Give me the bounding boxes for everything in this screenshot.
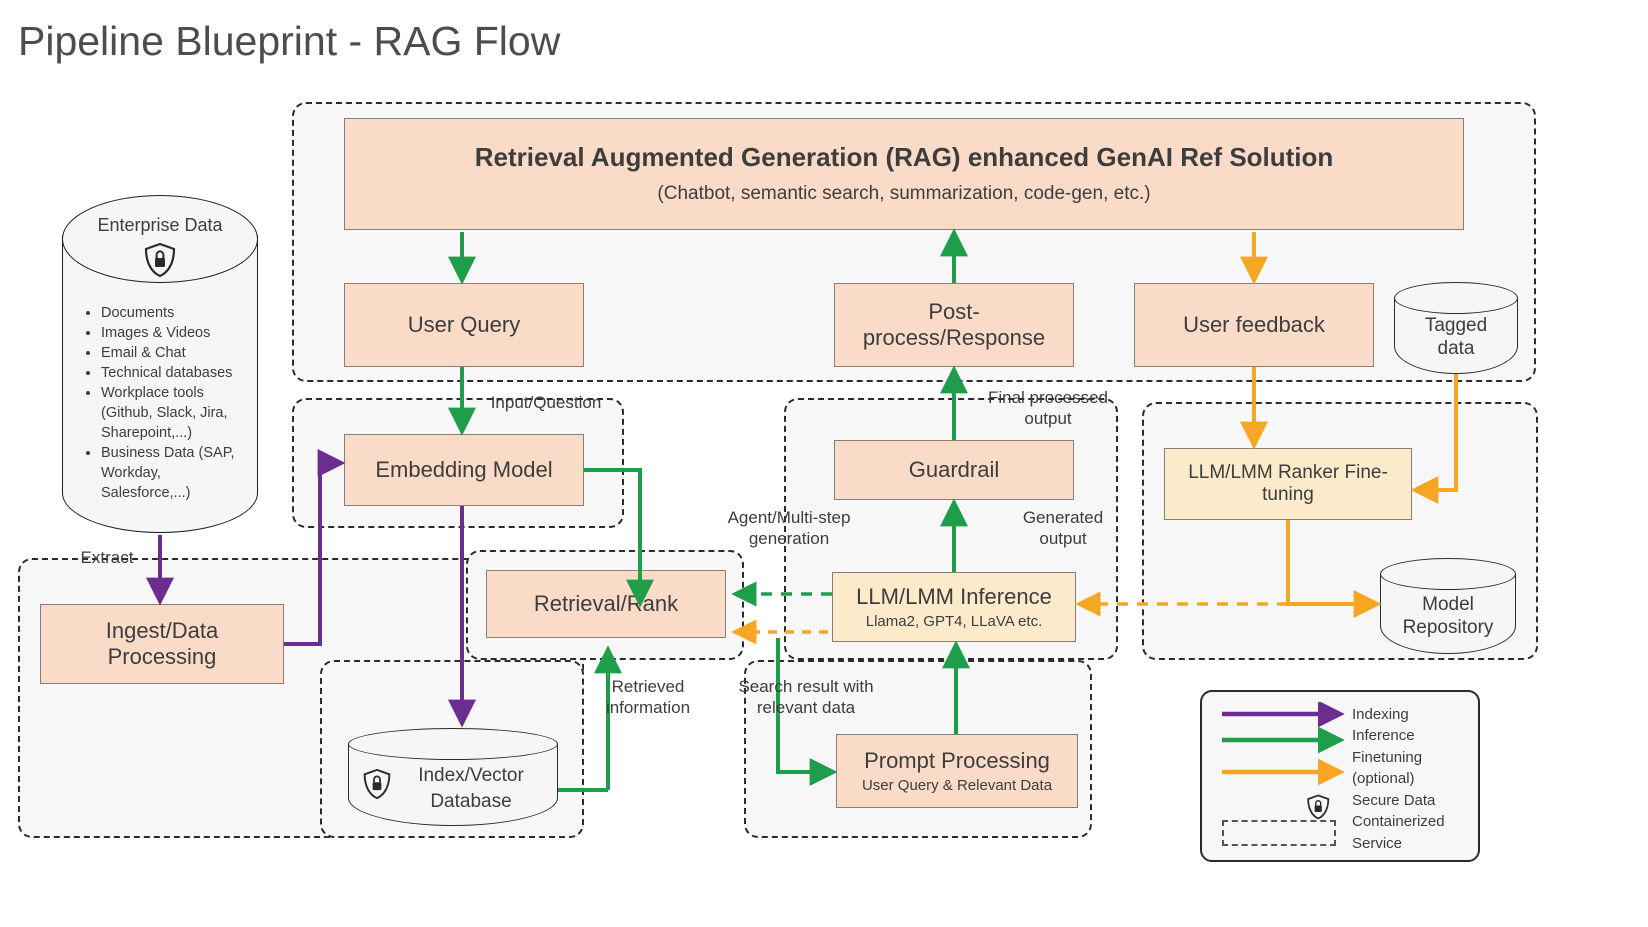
legend-panel: Indexing Inference Finetuning (optional)…	[1200, 690, 1480, 862]
edge-label-line2: output	[1039, 528, 1087, 548]
secure-shield-lock-icon	[144, 242, 176, 278]
box-retrieval-rank[interactable]: Retrieval/Rank	[486, 570, 726, 638]
box-title: LLM/LMM Inference	[856, 583, 1052, 609]
diagram-canvas: Pipeline Blueprint - RAG Flow Enterprise…	[0, 0, 1648, 927]
edge-label-line1: Search result with	[738, 677, 874, 696]
shield-lock-icon	[1307, 794, 1330, 820]
datastore-label-line1: Index/Vector	[418, 765, 524, 786]
cylinder-top	[1380, 558, 1516, 590]
box-subtitle: User Query & Relevant Data	[861, 776, 1053, 794]
list-item: Technical databases	[101, 363, 246, 383]
edge-label-input-question: Input/Question	[490, 393, 602, 412]
box-user-query[interactable]: User Query	[344, 283, 584, 367]
datastore-label-line2: Repository	[1402, 617, 1494, 638]
box-title: Retrieval/Rank	[533, 591, 679, 617]
list-item: Business Data (SAP, Workday, Salesforce,…	[101, 443, 246, 503]
edge-label-line1: Generated	[1022, 508, 1104, 527]
box-title: User feedback	[1183, 312, 1325, 338]
box-guardrail[interactable]: Guardrail	[834, 440, 1074, 500]
datastore-model-repository: Model Repository	[1380, 558, 1516, 654]
edge-label-final-processed: Final processed output	[964, 388, 1132, 429]
box-title-line1: LLM/LMM Ranker Fine-	[1188, 461, 1388, 483]
edge-label-retrieved-information: Retrieved information	[586, 677, 710, 718]
edge-label-search-result: Search result with relevant data	[718, 677, 894, 718]
enterprise-data-label: Enterprise Data	[97, 215, 223, 235]
box-title-line2: Processing	[107, 644, 217, 669]
datastore-label-line1: Model	[1422, 594, 1474, 615]
box-llm-inference[interactable]: LLM/LMM Inference Llama2, GPT4, LLaVA et…	[832, 572, 1076, 642]
edge-label-line2: relevant data	[756, 697, 856, 717]
edge-label-generated-output: Generated output	[1000, 508, 1126, 549]
box-user-feedback[interactable]: User feedback	[1134, 283, 1374, 367]
box-title: User Query	[407, 312, 521, 338]
box-subtitle: Llama2, GPT4, LLaVA etc.	[865, 612, 1043, 630]
box-title: Prompt Processing	[864, 747, 1050, 773]
box-post-process[interactable]: Post- process/Response	[834, 283, 1074, 367]
edge-label-agent-multistep: Agent/Multi-step generation	[700, 508, 878, 549]
cylinder-top	[348, 728, 558, 760]
datastore-label-line2: Database	[430, 791, 512, 812]
datastore-index-vector-db: Index/Vector Database	[348, 728, 558, 826]
edge-label-line2: output	[1024, 408, 1072, 428]
legend-labels: Indexing Inference Finetuning (optional)…	[1352, 706, 1445, 852]
list-item: Email & Chat	[101, 343, 246, 363]
datastore-label-line2: data	[1437, 338, 1475, 359]
enterprise-data-store: Enterprise Data Documents Images & Video…	[62, 195, 258, 533]
edge-label-line1: Retrieved	[611, 677, 685, 696]
box-rag-solution[interactable]: Retrieval Augmented Generation (RAG) enh…	[344, 118, 1464, 230]
list-item: Workplace tools (Github, Slack, Jira, Sh…	[101, 383, 246, 443]
box-title-line1: Ingest/Data	[105, 618, 219, 644]
box-prompt-processing[interactable]: Prompt Processing User Query & Relevant …	[836, 734, 1078, 808]
list-item: Documents	[101, 303, 246, 323]
page-title: Pipeline Blueprint - RAG Flow	[18, 18, 561, 64]
box-title-line1: Post-	[928, 299, 980, 325]
box-title: Embedding Model	[375, 457, 553, 483]
box-subtitle: (Chatbot, semantic search, summarization…	[657, 183, 1151, 205]
datastore-tagged-data: Tagged data	[1394, 282, 1518, 374]
cylinder-top	[1394, 282, 1518, 314]
dashed-box-icon	[1222, 820, 1336, 846]
edge-label-extract: Extract	[80, 548, 134, 567]
list-item: Images & Videos	[101, 323, 246, 343]
edge-label-line2: generation	[748, 528, 830, 548]
edge-label-line1: Final processed	[987, 388, 1108, 407]
box-title-line2: process/Response	[862, 325, 1046, 350]
edge-label-line1: Agent/Multi-step	[727, 508, 851, 527]
edge-label-line2: information	[605, 697, 691, 717]
enterprise-data-list: Documents Images & Videos Email & Chat T…	[86, 303, 246, 503]
box-title-line2: tuning	[1262, 484, 1314, 505]
box-title: Retrieval Augmented Generation (RAG) enh…	[474, 142, 1334, 173]
datastore-label-line1: Tagged	[1424, 315, 1488, 336]
box-ranker-finetuning[interactable]: LLM/LMM Ranker Fine- tuning	[1164, 448, 1412, 520]
box-embedding-model[interactable]: Embedding Model	[344, 434, 584, 506]
box-ingest-data-processing[interactable]: Ingest/Data Processing	[40, 604, 284, 684]
box-title: Guardrail	[908, 457, 1000, 483]
